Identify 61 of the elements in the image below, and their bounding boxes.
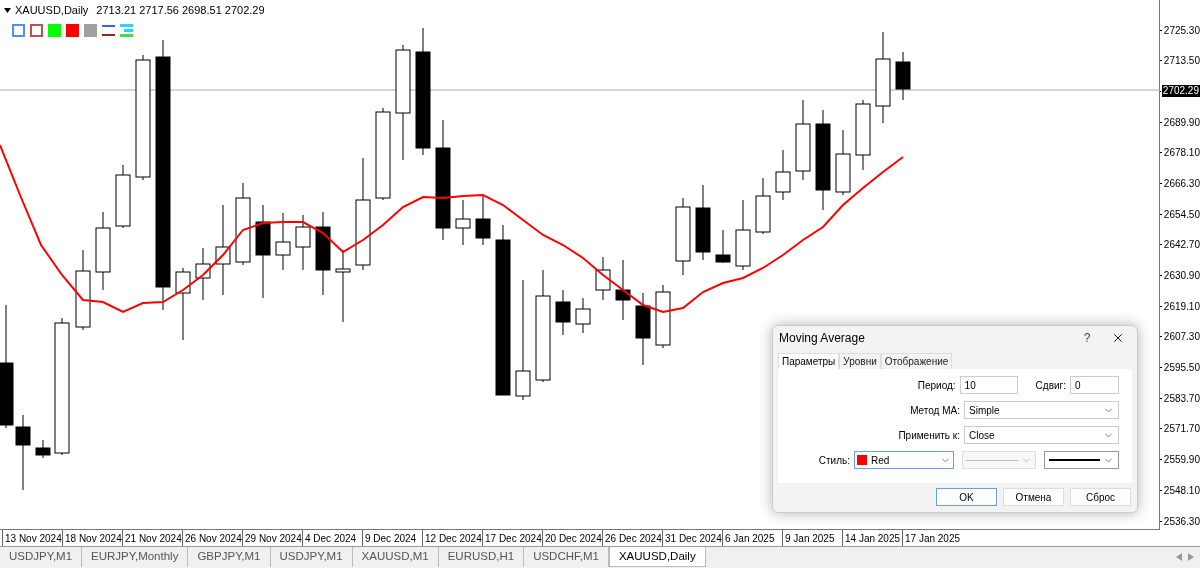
price-label: 2583.70 [1163, 391, 1200, 406]
color-dropdown[interactable]: Red [854, 451, 954, 469]
price-label: 2630.90 [1163, 269, 1200, 283]
date-label: 13 Nov 2024 [5, 532, 62, 546]
chart-tab[interactable]: XAUUSD,Daily [608, 547, 706, 567]
dialog-button[interactable]: Сброс [1070, 488, 1131, 506]
price-label: 2536.30 [1163, 514, 1200, 529]
dialog-tab[interactable]: Отображение [880, 353, 953, 369]
price-label: 2548.10 [1163, 483, 1200, 498]
dialog-button[interactable]: OK [936, 488, 997, 506]
dropdown[interactable]: Simple [964, 401, 1119, 419]
date-label: 26 Dec 2024 [605, 532, 662, 546]
field-label: Метод MA: [910, 403, 960, 418]
price-label: 2595.50 [1163, 361, 1200, 376]
help-button[interactable]: ? [1077, 329, 1097, 347]
chart-tab[interactable]: GBPJPY,M1 [188, 547, 271, 567]
date-label: 9 Dec 2024 [365, 532, 417, 546]
chart-tab[interactable]: EURUSD,H1 [438, 547, 525, 567]
input-field[interactable]: 10 [959, 376, 1018, 394]
date-label: 6 Jan 2025 [725, 532, 775, 546]
price-label: 2689.90 [1163, 115, 1200, 130]
dropdown[interactable]: Close [964, 426, 1119, 444]
date-label: 14 Jan 2025 [845, 532, 901, 546]
price-label: 2666.30 [1163, 176, 1200, 191]
chart-tab[interactable]: USDJPY,M1 [0, 547, 83, 567]
price-label: 2607.30 [1163, 330, 1200, 345]
price-label: 2559.90 [1163, 453, 1200, 468]
chart-tab[interactable]: USDJPY,M1 [270, 547, 353, 567]
date-label: 17 Dec 2024 [485, 532, 542, 546]
field-label: Сдвиг: [1035, 378, 1066, 393]
price-label: 2571.70 [1163, 422, 1200, 437]
date-label: 29 Nov 2024 [245, 532, 302, 546]
input-field[interactable]: 0 [1070, 376, 1119, 394]
chart-tab[interactable]: EURJPY,Monthly [82, 547, 189, 567]
date-label: 26 Nov 2024 [185, 532, 242, 546]
chart-tab[interactable]: XAUUSD,M1 [352, 547, 439, 567]
ohlc-values: 2713.21 2717.56 2698.51 2702.29 [96, 3, 265, 18]
date-label: 12 Dec 2024 [425, 532, 482, 546]
dialog-tab[interactable]: Уровни [839, 353, 881, 369]
price-label: 2713.50 [1163, 54, 1200, 69]
dialog-button[interactable]: Отмена [1003, 488, 1064, 506]
dialog-tab[interactable]: Параметры [778, 353, 840, 369]
dialog-title: Moving Average [779, 330, 865, 347]
date-label: 9 Jan 2025 [785, 532, 835, 546]
price-label: 2642.70 [1163, 238, 1200, 253]
date-label: 18 Nov 2024 [65, 532, 122, 546]
field-label: Применить к: [898, 428, 960, 443]
date-label: 21 Nov 2024 [125, 532, 182, 546]
price-label: 2678.10 [1163, 146, 1200, 161]
date-label: 4 Dec 2024 [305, 532, 357, 546]
date-label: 17 Jan 2025 [905, 532, 961, 546]
date-label: 31 Dec 2024 [665, 532, 722, 546]
price-label: 2619.10 [1163, 299, 1200, 314]
symbol-label: XAUUSD,Daily [15, 3, 89, 18]
price-label: 2725.30 [1163, 23, 1200, 38]
current-price-label: 2702.29 [1161, 85, 1200, 98]
field-label: Период: [917, 378, 956, 393]
field-label: Стиль: [818, 453, 850, 468]
date-label: 20 Dec 2024 [545, 532, 602, 546]
chart-tab[interactable]: USDCHF,M1 [524, 547, 609, 567]
price-label: 2654.50 [1163, 207, 1200, 222]
